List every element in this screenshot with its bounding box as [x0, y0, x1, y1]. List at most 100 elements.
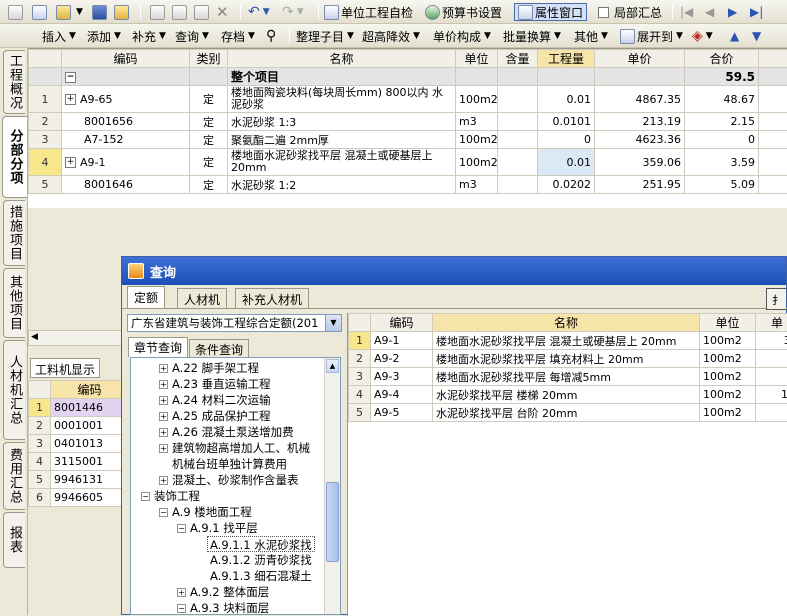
paste-icon[interactable] — [194, 3, 211, 21]
over-height-button[interactable]: 超高降效▼ — [362, 27, 420, 45]
col-name[interactable]: 名称 — [228, 50, 456, 68]
table-row[interactable]: 2 8001656 定 水泥砂浆 1:3 m3 0.0101 213.19 2.… — [29, 113, 787, 131]
tab-quota[interactable]: 定额 — [127, 286, 165, 309]
table-row-selected[interactable]: 4 +A9-1 定 楼地面水泥砂浆找平层 混凝土或硬基层上 20mm 100m2… — [29, 149, 787, 176]
tab-project-overview[interactable]: 工程概况 — [3, 50, 25, 114]
col-total[interactable]: 合价 — [685, 50, 759, 68]
tab-labor-material-summary[interactable]: 人材机汇总 — [3, 340, 25, 440]
expand-icon[interactable]: + — [159, 428, 168, 437]
col-price[interactable]: 单 — [756, 314, 787, 332]
subtab-condition-query[interactable]: 条件查询 — [189, 339, 249, 357]
collapse-icon[interactable]: − — [65, 72, 76, 83]
save-archive-button[interactable]: 存档▼ — [221, 27, 255, 45]
table-row[interactable]: 69946605 — [29, 489, 129, 507]
tree-node[interactable]: +A.24 材料二次运输 — [159, 392, 271, 408]
move-down-icon[interactable]: ▼ — [752, 27, 761, 45]
table-row[interactable]: 59946131 — [29, 471, 129, 489]
tab-supplement-labor-material[interactable]: 补充人材机 — [235, 288, 309, 308]
col-code[interactable]: 编码 — [62, 50, 190, 68]
binoculars-icon[interactable]: ⚲ — [266, 27, 276, 45]
add-button[interactable]: 添加▼ — [87, 27, 121, 45]
quota-library-select[interactable]: 广东省建筑与装饰工程综合定额(201 ▼ — [127, 314, 342, 332]
col-unit[interactable]: 单位 — [700, 314, 756, 332]
collapse-icon[interactable]: − — [159, 508, 168, 517]
collapse-icon[interactable]: − — [141, 492, 150, 501]
last-icon[interactable]: ▶| — [750, 3, 763, 21]
prev-icon[interactable]: ◀ — [705, 3, 714, 21]
col-code[interactable]: 编码 — [51, 381, 129, 399]
subtab-chapter-query[interactable]: 章节查询 — [128, 337, 188, 357]
tab-reports[interactable]: 报表 — [3, 512, 25, 568]
tree-node[interactable]: −A.9.3 块料面层 — [177, 600, 269, 615]
move-up-icon[interactable]: ▲ — [730, 27, 739, 45]
self-check-button[interactable]: 单位工程自检 — [324, 3, 413, 21]
tree-node[interactable]: A.9.1.2 沥青砂浆找 — [210, 552, 312, 568]
cut-icon[interactable] — [150, 3, 167, 21]
copy-icon[interactable] — [172, 3, 189, 21]
tree-node[interactable]: +A.22 脚手架工程 — [159, 360, 259, 376]
price-composition-button[interactable]: 单价构成▼ — [433, 27, 491, 45]
scroll-up-icon[interactable]: ▲ — [326, 359, 339, 373]
tree-node[interactable]: +建筑物超高增加人工、机械 — [159, 440, 310, 456]
col-qty[interactable]: 工程量 — [538, 50, 595, 68]
expand-to-button[interactable]: 展开到▼ — [620, 27, 683, 45]
col-content[interactable]: 含量 — [498, 50, 538, 68]
expand-icon[interactable]: + — [159, 396, 168, 405]
search-button[interactable]: 扌 — [766, 288, 786, 310]
next-icon[interactable]: ▶ — [728, 3, 737, 21]
expand-icon[interactable]: + — [65, 94, 76, 105]
scrollbar-thumb[interactable] — [326, 482, 339, 562]
tab-cost-summary[interactable]: 费用汇总 — [3, 442, 25, 510]
paint-bucket-icon[interactable]: ◈▼ — [692, 27, 713, 45]
tree-node[interactable]: −A.9 楼地面工程 — [159, 504, 252, 520]
table-row[interactable]: 5 A9-5 水泥砂浆找平层 台阶 20mm 100m2 9 — [349, 404, 787, 422]
tree-node[interactable]: +混凝土、砂浆制作含量表 — [159, 472, 299, 488]
first-icon[interactable]: |◀ — [680, 3, 693, 21]
col-unit[interactable]: 单位 — [456, 50, 498, 68]
col-code[interactable]: 编码 — [371, 314, 433, 332]
horizontal-scrollbar[interactable]: ◀ — [28, 330, 128, 346]
save-icon[interactable] — [92, 3, 109, 21]
table-row[interactable]: 3 A7-152 定 聚氨酯二遍 2mm厚 100m2 0 4623.36 0 — [29, 131, 787, 149]
tree-node-selected[interactable]: A.9.1.1 水泥砂浆找 — [207, 536, 315, 552]
chevron-down-icon[interactable]: ▼ — [325, 315, 341, 331]
organize-button[interactable]: 整理子目▼ — [296, 27, 354, 45]
expand-icon[interactable]: + — [65, 157, 76, 168]
table-row[interactable]: 5 8001646 定 水泥砂浆 1:2 m3 0.0202 251.95 5.… — [29, 176, 787, 194]
table-row[interactable]: 43115001 — [29, 453, 129, 471]
expand-icon[interactable]: + — [159, 412, 168, 421]
collapse-icon[interactable]: − — [177, 524, 186, 533]
col-price[interactable]: 单价 — [595, 50, 685, 68]
supplement-button[interactable]: 补充▼ — [132, 27, 166, 45]
dialog-titlebar[interactable]: 查询 — [122, 257, 786, 285]
tree-node[interactable]: +A.25 成品保护工程 — [159, 408, 271, 424]
table-row[interactable]: 30401013 — [29, 435, 129, 453]
tree-node[interactable]: A.9.1.3 细石混凝土 — [210, 568, 312, 584]
expand-icon[interactable]: + — [159, 380, 168, 389]
tab-labor-material[interactable]: 人材机 — [177, 288, 227, 308]
table-row[interactable]: 20001001 — [29, 417, 129, 435]
tree-node[interactable]: +A.9.2 整体面层 — [177, 584, 269, 600]
property-window-button[interactable]: 属性窗口 — [514, 3, 587, 21]
tree-node[interactable]: 机械台班单独计算费用 — [172, 456, 287, 472]
table-row[interactable]: 2 A9-2 楼地面水泥砂浆找平层 填充材料上 20mm 100m2 3 — [349, 350, 787, 368]
folder-icon[interactable] — [114, 3, 131, 21]
tab-measures[interactable]: 措施项目 — [3, 200, 25, 266]
query-button[interactable]: 查询▼ — [175, 27, 209, 45]
table-row[interactable]: 18001446 — [29, 399, 129, 417]
table-row[interactable]: 4 A9-4 水泥砂浆找平层 楼梯 20mm 100m2 13 — [349, 386, 787, 404]
batch-convert-button[interactable]: 批量换算▼ — [503, 27, 561, 45]
budget-settings-button[interactable]: 预算书设置 — [425, 3, 502, 21]
vertical-scrollbar[interactable]: ▲ — [324, 358, 340, 614]
delete-icon[interactable]: ✕ — [216, 3, 229, 21]
expand-icon[interactable]: + — [159, 364, 168, 373]
col-type[interactable]: 类别 — [190, 50, 228, 68]
table-row-selected[interactable]: 1 A9-1 楼地面水泥砂浆找平层 混凝土或硬基层上 20mm 100m2 3! — [349, 332, 787, 350]
tree-node[interactable]: +A.23 垂直运输工程 — [159, 376, 271, 392]
tab-labor-material-display[interactable]: 工料机显示 — [30, 358, 100, 378]
other-button[interactable]: 其他▼ — [574, 27, 608, 45]
tab-divisional-items[interactable]: 分部分项 — [2, 116, 27, 198]
table-row[interactable]: 3 A9-3 楼地面水泥砂浆找平层 每增减5mm 100m2 — [349, 368, 787, 386]
collapse-icon[interactable]: − — [177, 604, 186, 613]
tree-node[interactable]: +A.26 混凝土泵送增加费 — [159, 424, 294, 440]
